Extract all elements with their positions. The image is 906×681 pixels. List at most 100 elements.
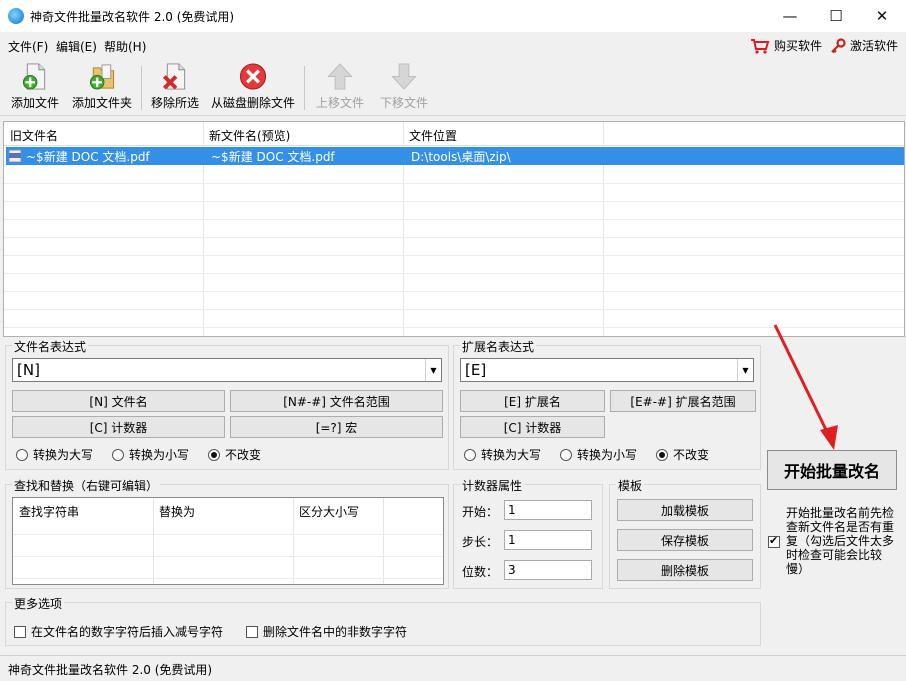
close-button[interactable]: ✕: [859, 0, 905, 32]
more-options-title: 更多选项: [12, 595, 65, 612]
remove-selected-button[interactable]: 移除所选: [148, 62, 202, 114]
chevron-down-icon[interactable]: ▼: [737, 359, 753, 381]
insert-ext-counter-button[interactable]: [C] 计数器: [460, 416, 605, 438]
title-bar: 神奇文件批量改名软件 2.0 (免费试用) — ☐ ✕: [0, 0, 906, 32]
insert-extension-range-button[interactable]: [E#-#] 扩展名范围: [610, 390, 756, 412]
load-template-button[interactable]: 加载模板: [617, 499, 753, 521]
check-duplicates-label: 开始批量改名前先检查新文件名是否有重复（勾选后文件太多时检查可能会比较慢）: [786, 506, 895, 576]
insert-minus-checkbox[interactable]: 在文件名的数字字符后插入减号字符: [14, 623, 223, 640]
filename-expression-panel: 文件名表达式 [N] ▼ [N] 文件名 [N#-#] 文件名范围 [C] 计数…: [5, 338, 449, 470]
column-new-name[interactable]: 新文件名(预览): [209, 127, 290, 144]
move-down-label: 下移文件: [379, 96, 428, 110]
chevron-down-icon[interactable]: ▼: [425, 359, 441, 381]
counter-start-input[interactable]: 1: [504, 500, 592, 520]
row-gridline: [4, 255, 904, 256]
activate-software-link[interactable]: 激活软件: [830, 37, 898, 54]
activate-software-label: 激活软件: [850, 39, 899, 53]
checkbox-indicator: [768, 534, 780, 548]
column-location[interactable]: 文件位置: [409, 127, 457, 144]
menu-file[interactable]: 文件(F): [8, 38, 48, 55]
menu-edit[interactable]: 编辑(E): [56, 38, 97, 55]
counter-step-label: 步长：: [462, 535, 499, 549]
counter-digits-input[interactable]: 3: [504, 560, 592, 580]
radio-indicator: [560, 448, 572, 461]
filename-expression-title: 文件名表达式: [12, 338, 89, 355]
status-text: 神奇文件批量改名软件 2.0 (免费试用): [8, 663, 213, 677]
add-folder-icon: [89, 64, 115, 90]
counter-digits-label: 位数：: [462, 565, 499, 579]
insert-macro-button[interactable]: [=?] 宏: [230, 416, 443, 438]
move-up-label: 上移文件: [315, 96, 364, 110]
column-divider: [293, 498, 294, 584]
insert-filename-range-button[interactable]: [N#-#] 文件名范围: [230, 390, 443, 412]
shopping-cart-icon: [751, 38, 770, 54]
radio-label: 不改变: [673, 448, 710, 462]
key-icon: [831, 37, 846, 53]
row-gridline: [13, 556, 443, 557]
add-folder-button[interactable]: 添加文件夹: [68, 62, 136, 114]
row-gridline: [4, 219, 904, 220]
radio-label: 转换为大写: [481, 448, 542, 462]
extension-keep-radio[interactable]: 不改变: [656, 446, 709, 463]
insert-counter-button[interactable]: [C] 计数器: [12, 416, 225, 438]
buy-software-label: 购买软件: [774, 39, 823, 53]
delete-non-digit-checkbox[interactable]: 删除文件名中的非数字字符: [246, 623, 407, 640]
checkbox-indicator: [14, 625, 26, 638]
radio-indicator: [464, 448, 476, 461]
find-replace-panel: 查找和替换（右键可编辑） 查找字符串 替换为 区分大小写: [5, 477, 449, 589]
filename-keep-radio[interactable]: 不改变: [208, 446, 261, 463]
maximize-button[interactable]: ☐: [813, 0, 859, 32]
find-replace-title: 查找和替换（右键可编辑）: [12, 477, 161, 494]
filename-lowercase-radio[interactable]: 转换为小写: [112, 446, 189, 463]
radio-label: 不改变: [225, 448, 262, 462]
move-down-button[interactable]: 下移文件: [376, 62, 432, 114]
extension-uppercase-radio[interactable]: 转换为大写: [464, 446, 541, 463]
move-up-button[interactable]: 上移文件: [312, 62, 368, 114]
old-name-cell: ~$新建 DOC 文档.pdf: [26, 150, 150, 164]
extension-expression-combo[interactable]: [E] ▼: [460, 358, 754, 382]
arrow-down-icon: [391, 63, 417, 90]
add-file-button[interactable]: 添加文件: [8, 62, 62, 114]
pdf-file-icon: [8, 149, 22, 163]
app-icon: [8, 8, 24, 24]
check-duplicates-checkbox[interactable]: [768, 534, 780, 548]
counter-step-input[interactable]: 1: [504, 530, 592, 550]
column-replace: 替换为: [159, 505, 196, 519]
row-gridline: [4, 237, 904, 238]
extension-expression-title: 扩展名表达式: [460, 338, 537, 355]
extension-expression-value: [E]: [465, 361, 487, 379]
column-find: 查找字符串: [19, 505, 80, 519]
annotation-arrow-icon: [773, 324, 838, 450]
insert-filename-button[interactable]: [N] 文件名: [12, 390, 225, 412]
delete-from-disk-button[interactable]: 从磁盘删除文件: [208, 62, 298, 114]
insert-extension-button[interactable]: [E] 扩展名: [460, 390, 605, 412]
status-bar: 神奇文件批量改名软件 2.0 (免费试用): [0, 655, 906, 681]
add-file-icon: [22, 63, 46, 90]
filename-expression-combo[interactable]: [N] ▼: [12, 358, 442, 382]
row-gridline: [4, 201, 904, 202]
extension-expression-panel: 扩展名表达式 [E] ▼ [E] 扩展名 [E#-#] 扩展名范围 [C] 计数…: [453, 338, 761, 470]
column-divider: [383, 498, 384, 584]
delete-from-disk-label: 从磁盘删除文件: [210, 96, 295, 110]
filename-uppercase-radio[interactable]: 转换为大写: [16, 446, 93, 463]
remove-file-icon: [162, 63, 186, 90]
extension-lowercase-radio[interactable]: 转换为小写: [560, 446, 637, 463]
buy-software-link[interactable]: 购买软件: [750, 37, 822, 54]
more-options-panel: 更多选项 在文件名的数字字符后插入减号字符 删除文件名中的非数字字符: [5, 595, 761, 646]
checkbox-label: 删除文件名中的非数字字符: [263, 625, 408, 639]
file-list[interactable]: 旧文件名 新文件名(预览) 文件位置 ~$新建 DOC 文档.pdf ~$新建 …: [3, 121, 905, 337]
minimize-button[interactable]: —: [767, 0, 813, 32]
delete-template-button[interactable]: 删除模板: [617, 559, 753, 581]
radio-label: 转换为小写: [129, 448, 190, 462]
checkbox-indicator: [246, 625, 258, 638]
menu-help[interactable]: 帮助(H): [104, 38, 146, 55]
find-replace-grid[interactable]: 查找字符串 替换为 区分大小写: [12, 497, 444, 585]
row-gridline: [13, 578, 443, 579]
column-old-name[interactable]: 旧文件名: [10, 127, 58, 144]
arrow-up-icon: [327, 63, 353, 90]
checkbox-label: 在文件名的数字字符后插入减号字符: [31, 625, 224, 639]
table-row[interactable]: ~$新建 DOC 文档.pdf ~$新建 DOC 文档.pdf D:\tools…: [6, 147, 904, 165]
row-gridline: [13, 534, 443, 535]
start-batch-rename-button[interactable]: 开始批量改名: [767, 450, 897, 490]
save-template-button[interactable]: 保存模板: [617, 529, 753, 551]
